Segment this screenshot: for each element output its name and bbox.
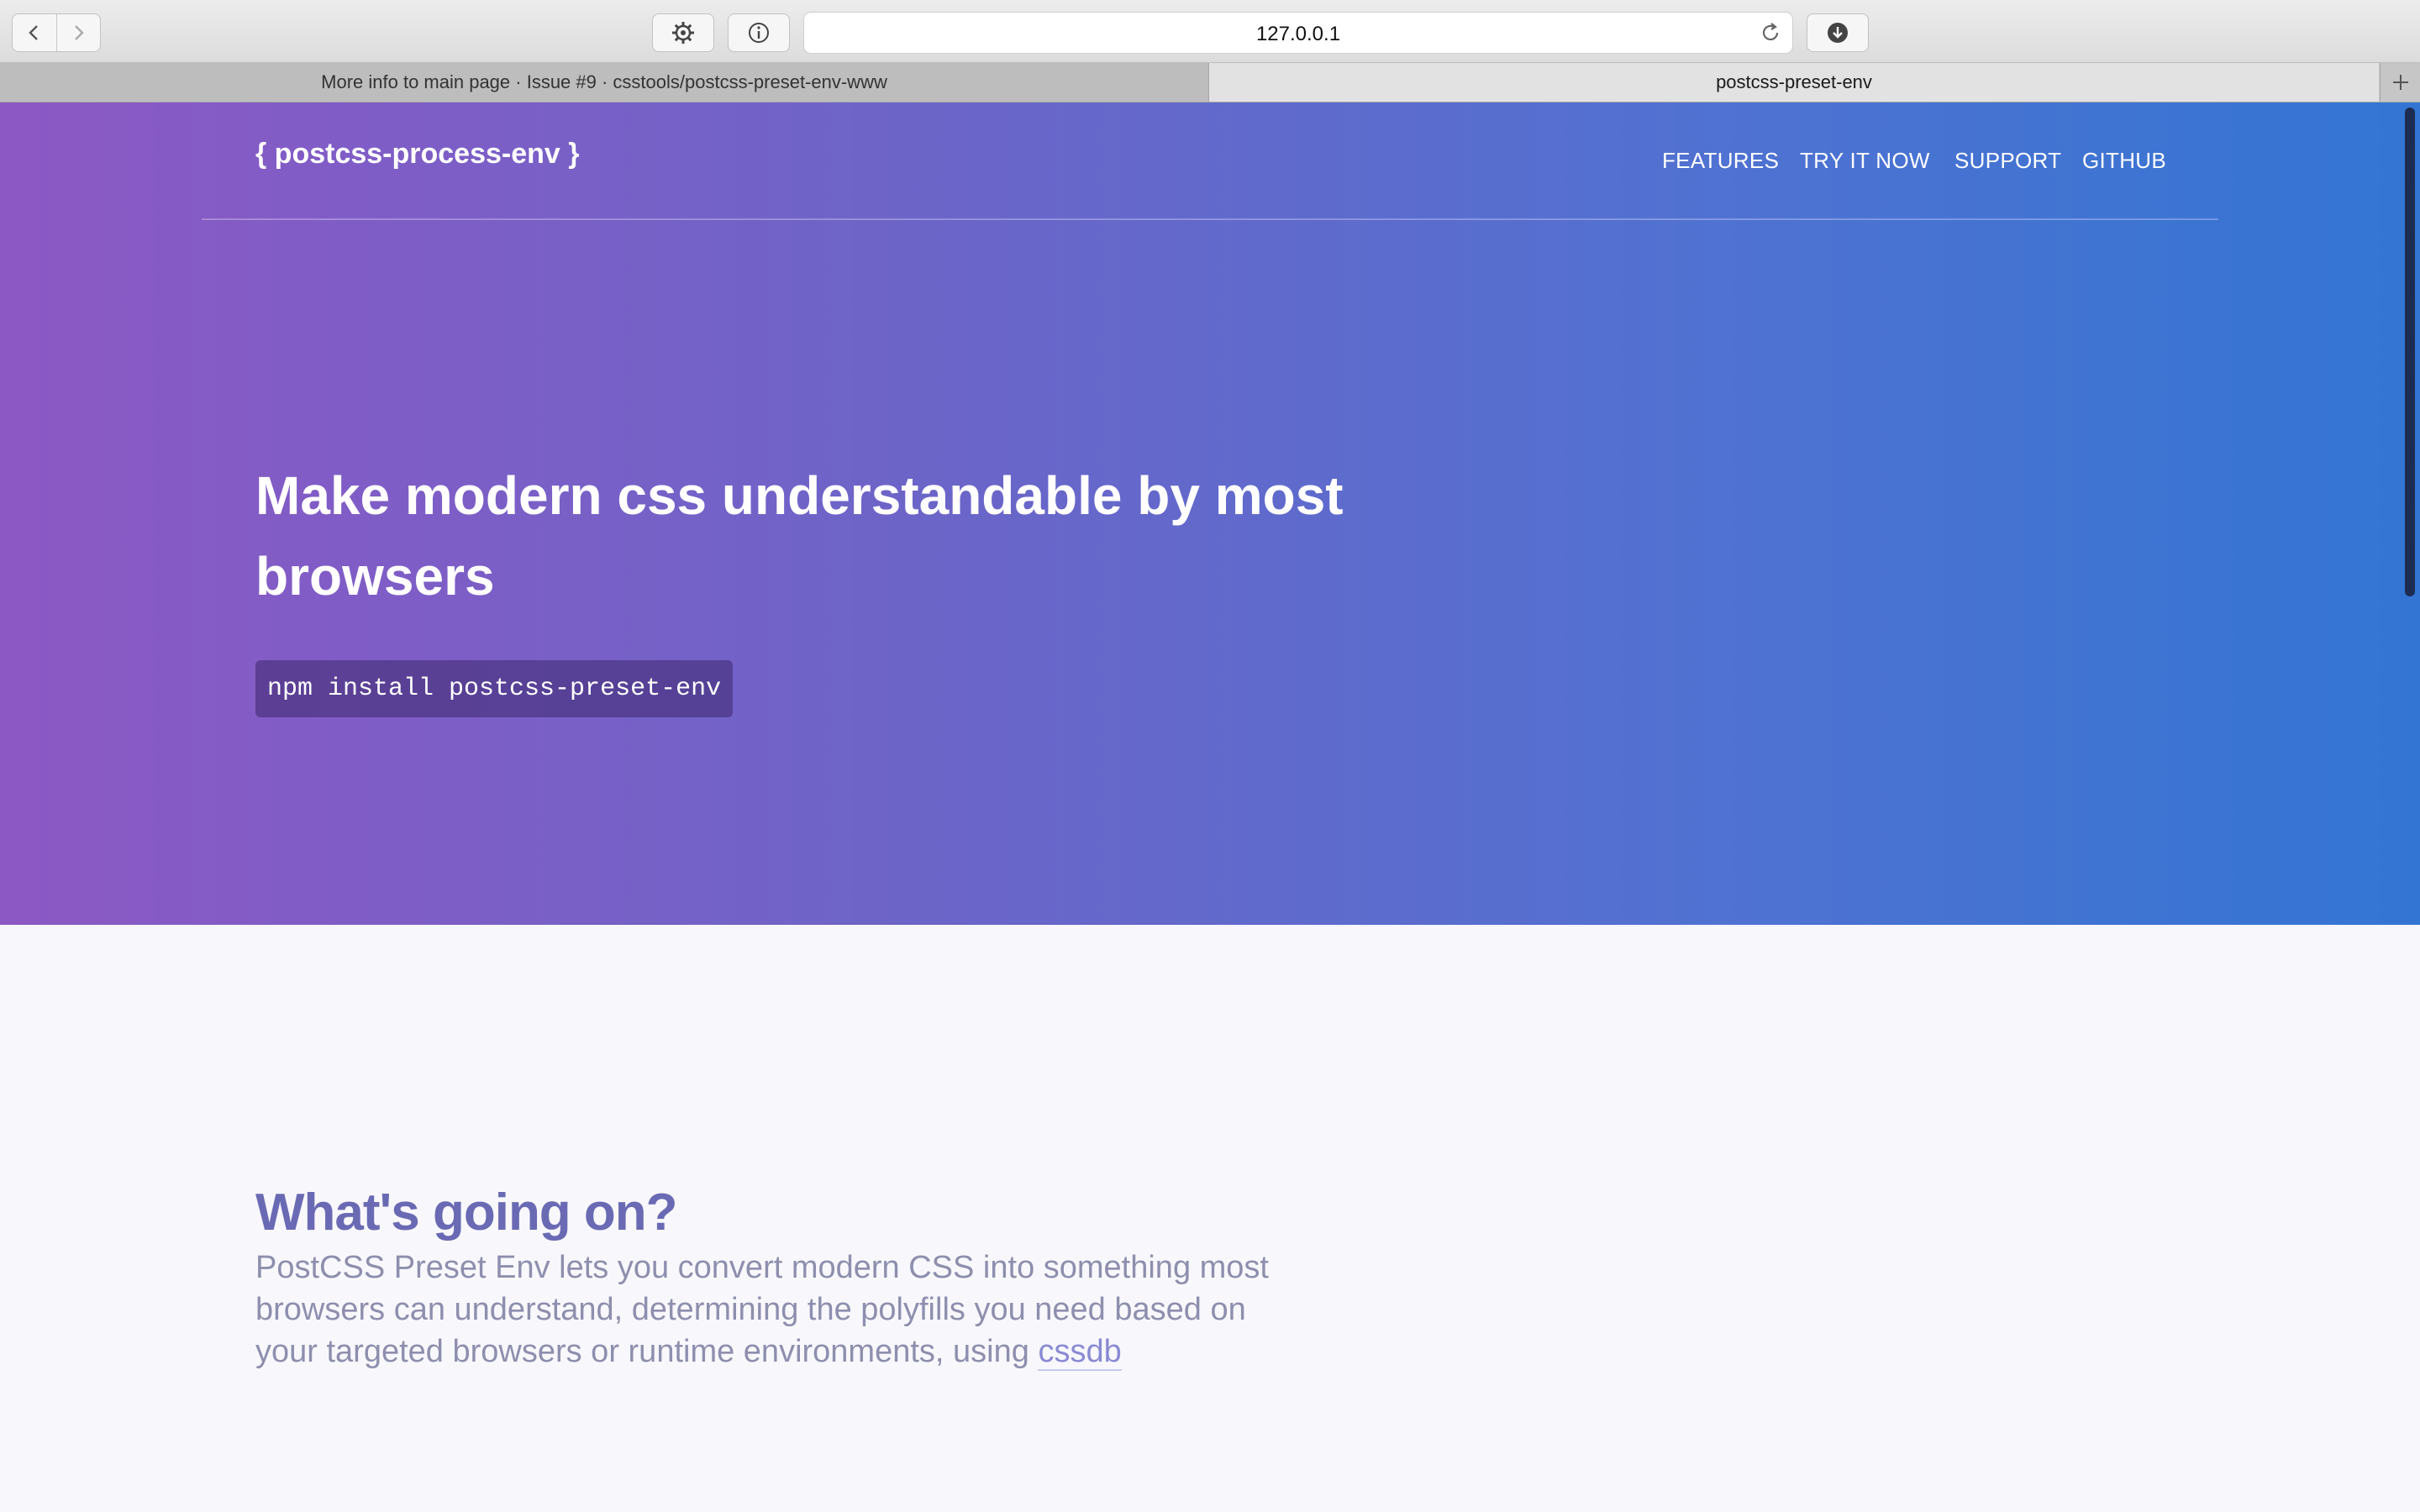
- tab-github-issue[interactable]: More info to main page · Issue #9 · csst…: [0, 63, 1209, 102]
- chevron-right-icon: [75, 25, 84, 40]
- address-bar[interactable]: 127.0.0.1: [803, 12, 1793, 54]
- chevron-left-icon: [29, 25, 38, 40]
- section-title: What's going on?: [255, 1184, 678, 1242]
- nav-support[interactable]: SUPPORT: [1954, 148, 2061, 174]
- downloads-button[interactable]: [1807, 13, 1869, 52]
- scrollbar-thumb[interactable]: [2405, 108, 2415, 596]
- install-command: npm install postcss-preset-env: [255, 660, 734, 717]
- tab-bar: More info to main page · Issue #9 · csst…: [0, 63, 2420, 102]
- nav-button-group: [12, 13, 101, 52]
- url-text: 127.0.0.1: [1255, 23, 1341, 45]
- site-logo[interactable]: { postcss-process-env }: [255, 138, 580, 171]
- gear-icon: [672, 22, 694, 44]
- hero-section: { postcss-process-env } FEATURES TRY IT …: [0, 102, 2420, 925]
- nav-try-it-now[interactable]: TRY IT NOW: [1800, 148, 1930, 174]
- tab-postcss-preset-env[interactable]: postcss-preset-env: [1209, 63, 2379, 102]
- site-info-button[interactable]: [728, 13, 790, 52]
- info-icon: [749, 23, 769, 43]
- forward-button[interactable]: [56, 14, 100, 51]
- settings-button[interactable]: [652, 13, 714, 52]
- hero-headline: Make modern css understandable by most b…: [255, 465, 1344, 606]
- tab-label: More info to main page · Issue #9 · csst…: [321, 71, 887, 92]
- nav-features[interactable]: FEATURES: [1662, 148, 1779, 174]
- back-button[interactable]: [13, 14, 57, 51]
- cssdb-link[interactable]: cssdb: [1038, 1334, 1122, 1371]
- reload-icon[interactable]: [1759, 21, 1782, 45]
- tab-label: postcss-preset-env: [1716, 71, 1872, 92]
- plus-icon: [2393, 75, 2408, 90]
- nav-github[interactable]: GITHUB: [2082, 148, 2166, 174]
- new-tab-button[interactable]: [2380, 63, 2420, 102]
- section-body: PostCSS Preset Env lets you convert mode…: [255, 1247, 1297, 1373]
- header-divider: [202, 218, 2218, 220]
- download-icon: [1828, 23, 1848, 43]
- browser-toolbar: 127.0.0.1: [0, 0, 2420, 63]
